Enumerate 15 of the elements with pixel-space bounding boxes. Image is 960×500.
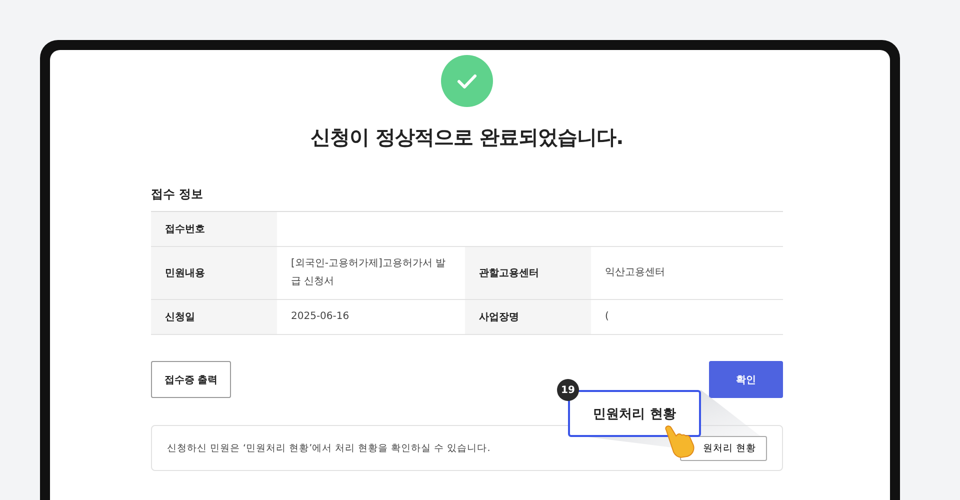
section-title: 접수 정보 bbox=[151, 186, 204, 203]
check-icon bbox=[441, 55, 493, 107]
value-cell-text: ( bbox=[604, 310, 610, 324]
value-cell-text: 익산고용센터 bbox=[604, 266, 666, 280]
page-title: 신청이 정상적으로 완료되었습니다. bbox=[310, 124, 624, 151]
label-cell: 민원내용 bbox=[151, 247, 277, 299]
confirm-button[interactable]: 확인 bbox=[709, 361, 783, 398]
value-cell-text: 2025-06-16 bbox=[290, 310, 350, 324]
label-cell: 접수번호 bbox=[151, 212, 277, 246]
label-cell: 관할고용센터 bbox=[465, 247, 591, 299]
label-cell: 신청일 bbox=[151, 300, 277, 334]
label-cell: 사업장명 bbox=[465, 300, 591, 334]
notice-text: 신청하신 민원은 ‘민원처리 현황’에서 처리 현황을 확인하실 수 있습니다. bbox=[167, 442, 490, 454]
value-cell-text: [외국인-고용허가제]고용허가서 발급 신청서 bbox=[290, 257, 447, 289]
print-button[interactable]: 접수증 출력 bbox=[151, 361, 231, 398]
